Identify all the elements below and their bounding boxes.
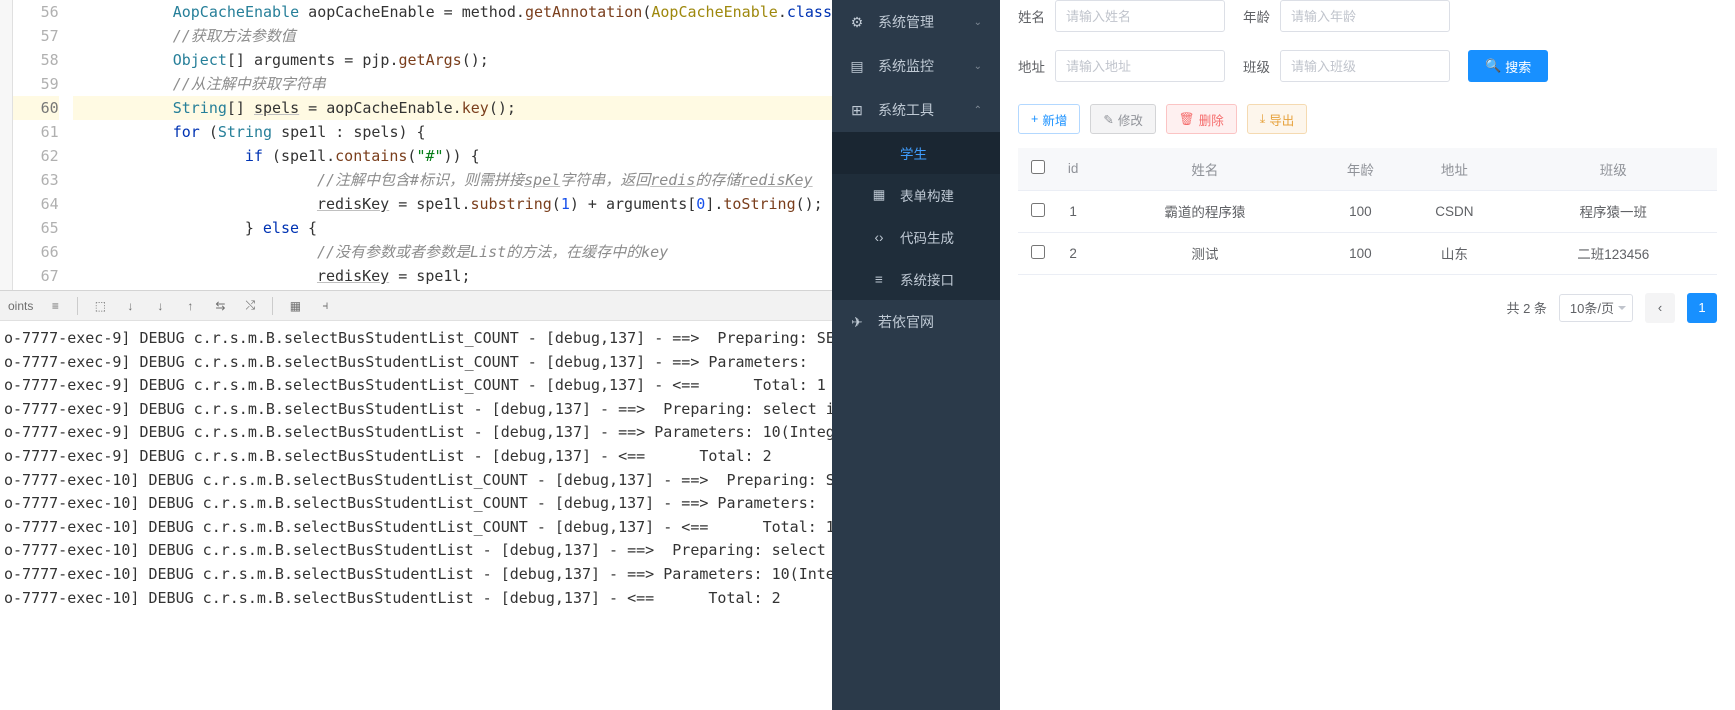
- sidebar-subitem[interactable]: ▦ 表单构建: [832, 174, 1000, 216]
- code-editor[interactable]: AopCacheEnable aopCacheEnable = method.g…: [73, 0, 832, 288]
- pencil-icon: ✎: [1103, 112, 1113, 127]
- field-label-class: 班级: [1243, 56, 1270, 76]
- ide-left-tool-strip[interactable]: [0, 0, 13, 290]
- console-output[interactable]: o-7777-exec-9] DEBUG c.r.s.m.B.selectBus…: [0, 321, 832, 710]
- prev-page-button[interactable]: ‹: [1645, 293, 1675, 323]
- field-label-age: 年龄: [1243, 6, 1270, 26]
- sidebar-item-label: 若依官网: [878, 312, 934, 332]
- console-toolbar: oints ≡ ⬚ ↓ ↓ ↑ ⇆ ⤭ ▦ ⫞: [0, 291, 832, 321]
- breakpoints-label: oints: [8, 299, 33, 313]
- settings-icon[interactable]: ⫞: [317, 298, 333, 314]
- download-icon: ⤓: [1260, 112, 1266, 127]
- class-input[interactable]: [1280, 50, 1450, 82]
- page-size-select[interactable]: 10条/页: [1559, 294, 1633, 322]
- chevron-icon: ⌄: [974, 61, 982, 72]
- row-checkbox[interactable]: [1031, 203, 1045, 217]
- menu-icon: ✈: [850, 314, 864, 331]
- sidebar-item-label: 系统接口: [900, 269, 954, 289]
- chevron-icon: ⌃: [974, 105, 982, 116]
- sidebar-item[interactable]: ⚙ 系统管理 ⌄: [832, 0, 1000, 44]
- menu-icon: ▦: [872, 187, 886, 203]
- addr-input[interactable]: [1055, 50, 1225, 82]
- menu-icon: ⚙: [850, 14, 864, 31]
- line-number-gutter[interactable]: 565758596061626364656667: [13, 0, 73, 288]
- row-checkbox[interactable]: [1031, 245, 1045, 259]
- export-button[interactable]: ⤓导出: [1247, 104, 1308, 134]
- swap-icon[interactable]: ⇆: [212, 298, 228, 314]
- search-icon: 🔍: [1485, 58, 1501, 74]
- sidebar-item[interactable]: ▤ 系统监控 ⌄: [832, 44, 1000, 88]
- select-all-checkbox[interactable]: [1031, 160, 1045, 174]
- add-button[interactable]: +新增: [1018, 104, 1080, 134]
- column-header: 姓名: [1088, 148, 1321, 190]
- menu-icon: ‹›: [872, 230, 886, 245]
- chevron-icon: ⌄: [974, 17, 982, 28]
- column-header: 年龄: [1322, 148, 1400, 190]
- sidebar-subitem[interactable]: ≡ 系统接口: [832, 258, 1000, 300]
- column-header: 地址: [1399, 148, 1509, 190]
- field-label-name: 姓名: [1018, 6, 1045, 26]
- sidebar-item-label: 学生: [900, 143, 927, 163]
- age-input[interactable]: [1280, 0, 1450, 32]
- page-1-button[interactable]: 1: [1687, 293, 1717, 323]
- webapp-panel: 姓名 年龄 地址 班级 🔍 搜索 +新增 ✎修改 🗑删除 ⤓导出 id姓名年龄地…: [1000, 0, 1735, 710]
- nav-sidebar: ⚙ 系统管理 ⌄ ▤ 系统监控 ⌄ ⊞ 系统工具 ⌃ 学生 ▦ 表单构建 ‹› 代码生成 ≡ 系统接口 ✈ 若依官…: [832, 0, 1000, 710]
- plus-icon: +: [1031, 112, 1038, 126]
- swap2-icon[interactable]: ⤭: [242, 298, 258, 314]
- column-header: 班级: [1509, 148, 1717, 190]
- menu-icon: ▤: [850, 58, 864, 75]
- edit-button[interactable]: ✎修改: [1090, 104, 1156, 134]
- table-icon[interactable]: ▦: [287, 298, 303, 314]
- sidebar-item[interactable]: ✈ 若依官网: [832, 300, 1000, 344]
- up-icon[interactable]: ↑: [182, 298, 198, 314]
- ide-panel: 565758596061626364656667 AopCacheEnable …: [0, 0, 832, 710]
- field-label-addr: 地址: [1018, 56, 1045, 76]
- sidebar-item-label: 代码生成: [900, 227, 954, 247]
- sidebar-item-label: 系统工具: [878, 100, 934, 120]
- search-button[interactable]: 🔍 搜索: [1468, 50, 1548, 82]
- data-table: id姓名年龄地址班级 1霸道的程序猿100CSDN程序猿一班2测试100山东二班…: [1018, 148, 1717, 275]
- delete-button[interactable]: 🗑删除: [1166, 104, 1237, 134]
- column-header: id: [1058, 148, 1088, 190]
- table-row[interactable]: 2测试100山东二班123456: [1018, 232, 1717, 274]
- table-row[interactable]: 1霸道的程序猿100CSDN程序猿一班: [1018, 190, 1717, 232]
- scroll-end2-icon[interactable]: ↓: [152, 298, 168, 314]
- filter-icon[interactable]: ≡: [47, 298, 63, 314]
- name-input[interactable]: [1055, 0, 1225, 32]
- total-text: 共 2 条: [1506, 298, 1546, 317]
- soft-wrap-icon[interactable]: ⬚: [92, 298, 108, 314]
- sidebar-item-label: 表单构建: [900, 185, 954, 205]
- sidebar-item-label: 系统管理: [878, 12, 934, 32]
- scroll-end-icon[interactable]: ↓: [122, 298, 138, 314]
- trash-icon: 🗑: [1179, 112, 1195, 127]
- sidebar-item[interactable]: ⊞ 系统工具 ⌃: [832, 88, 1000, 132]
- pagination: 共 2 条 10条/页 ‹ 1: [1018, 293, 1717, 323]
- sidebar-subitem[interactable]: 学生: [832, 132, 1000, 174]
- menu-icon: ≡: [872, 272, 886, 287]
- sidebar-subitem[interactable]: ‹› 代码生成: [832, 216, 1000, 258]
- menu-icon: ⊞: [850, 102, 864, 119]
- console-panel: oints ≡ ⬚ ↓ ↓ ↑ ⇆ ⤭ ▦ ⫞ o-7777-exec-9] D…: [0, 290, 832, 710]
- sidebar-item-label: 系统监控: [878, 56, 934, 76]
